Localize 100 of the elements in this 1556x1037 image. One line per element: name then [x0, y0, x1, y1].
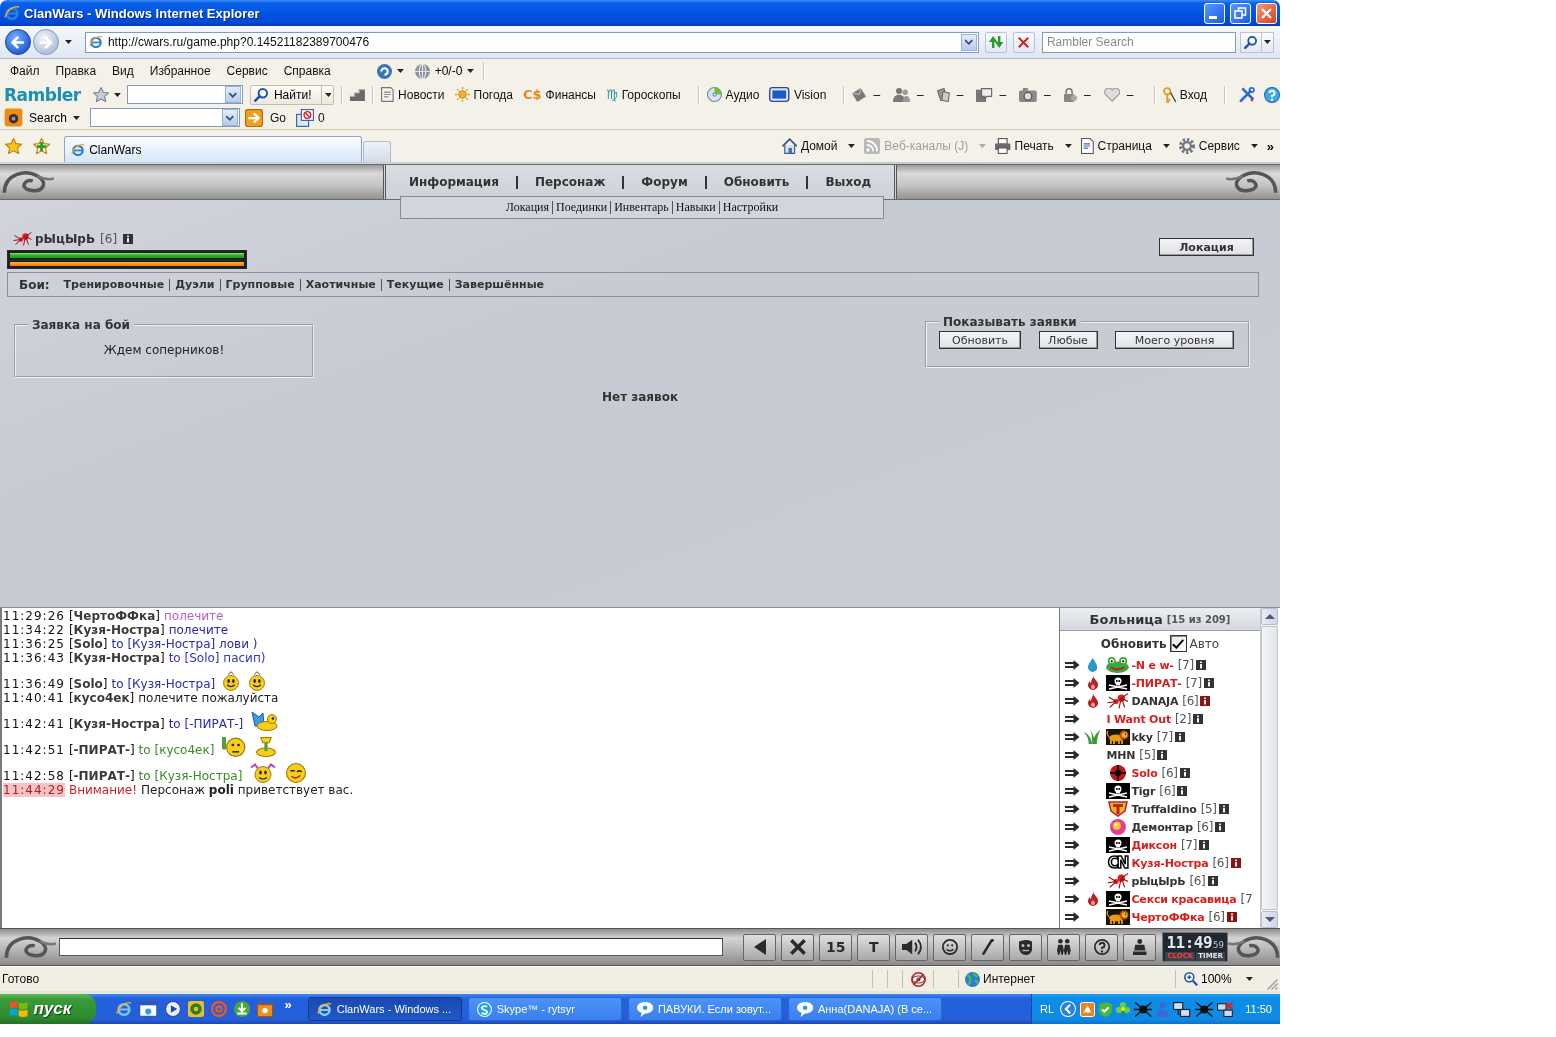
back-button[interactable] [743, 933, 777, 961]
tv-icon[interactable] [256, 1001, 273, 1017]
stop-button[interactable] [1012, 31, 1035, 53]
menu-link[interactable]: Обновить [704, 175, 807, 189]
player-name[interactable]: Демонтар [1131, 820, 1193, 834]
player-name[interactable]: ЧертоФФка [1131, 910, 1205, 924]
arrow-right-icon[interactable] [1065, 822, 1080, 832]
battle-type-link[interactable]: Хаотичные [299, 278, 381, 291]
info-icon[interactable] [1203, 678, 1214, 688]
menu-item[interactable]: Правка [55, 64, 97, 78]
scrollbar[interactable] [1260, 608, 1278, 928]
arrow-right-icon[interactable] [1065, 786, 1080, 796]
toolbar-button[interactable]: 15 [819, 933, 853, 961]
battle-type-link[interactable]: Завершённые [448, 278, 550, 291]
chat-sender[interactable]: [ЧертоФФка] [68, 609, 160, 623]
command-button[interactable]: Домой [781, 138, 856, 154]
info-icon[interactable] [1226, 912, 1237, 922]
location-button[interactable]: Локация [1159, 238, 1254, 256]
arrow-right-icon[interactable] [1065, 714, 1080, 724]
service-button[interactable]: – [852, 87, 881, 102]
player-name[interactable]: DANAJA [1131, 694, 1179, 708]
info-icon[interactable] [1157, 750, 1168, 760]
info-icon[interactable] [1207, 876, 1218, 886]
menu-link[interactable]: Выход [806, 175, 889, 189]
tray-clock[interactable]: 11:50 [1245, 1003, 1272, 1015]
service-button[interactable]: – [893, 87, 924, 102]
tools-icon[interactable] [1239, 86, 1255, 103]
italic-button[interactable] [971, 933, 1005, 961]
language-indicator[interactable]: RL [1039, 1003, 1054, 1015]
arrow-right-icon[interactable] [1065, 768, 1080, 778]
scroll-up-button[interactable] [1261, 608, 1278, 625]
search-button[interactable] [1239, 31, 1262, 53]
player-name[interactable]: рЫцЫрЬ [1131, 874, 1186, 888]
chat-sender[interactable]: [Кузя-Ностра] [68, 623, 165, 637]
player-name[interactable]: kky [1131, 730, 1153, 744]
filter-button[interactable]: Моего уровня [1115, 331, 1234, 349]
player-name[interactable]: Solo [1131, 766, 1158, 780]
more-button[interactable]: » [1266, 139, 1274, 154]
arrow-right-icon[interactable] [1065, 894, 1080, 904]
battle-type-link[interactable]: Тренировочные [58, 278, 170, 291]
star-icon[interactable] [5, 138, 23, 154]
taskbar-button[interactable]: ClanWars - Windows ... [307, 997, 462, 1021]
people-button[interactable] [1047, 933, 1081, 961]
dropdown-button[interactable] [224, 86, 241, 103]
battle-type-link[interactable]: Групповые [219, 278, 300, 291]
minimize-button[interactable] [1204, 2, 1225, 24]
toolbar-link[interactable]: Погода [454, 87, 513, 102]
info-icon[interactable] [1195, 660, 1206, 670]
toolbar-link[interactable]: Аудио [706, 87, 760, 102]
menu-item[interactable]: Сервис [226, 64, 268, 78]
info-icon[interactable] [1230, 858, 1241, 868]
service-button[interactable]: – [1019, 87, 1051, 102]
battle-type-link[interactable]: Текущие [380, 278, 449, 291]
info-icon[interactable] [1218, 804, 1229, 814]
player-name[interactable]: Tigr [1131, 784, 1156, 798]
address-field[interactable]: http://cwars.ru/game.php?0.14521182389700476 [84, 31, 979, 53]
player-name[interactable]: MHN [1106, 748, 1136, 762]
popup-blocker-button[interactable]: 0 [295, 108, 325, 127]
auto-checkbox[interactable] [1169, 635, 1187, 652]
submenu-link[interactable]: Настройки [718, 201, 782, 214]
filter-button[interactable]: Обновить [939, 331, 1021, 349]
info-icon[interactable] [123, 234, 134, 244]
help-icon[interactable] [1264, 86, 1280, 103]
info-icon[interactable] [1177, 786, 1188, 796]
toolbar-link[interactable]: Новости [381, 87, 445, 102]
command-button[interactable]: Сервис [1178, 138, 1258, 154]
service-button[interactable]: – [936, 87, 964, 102]
close-button[interactable] [1256, 2, 1277, 24]
info-icon[interactable] [1200, 696, 1211, 706]
help-button[interactable] [1085, 933, 1119, 961]
player-name[interactable]: -ПИРАТ- [1131, 676, 1182, 690]
smileys-button[interactable] [933, 933, 967, 961]
arrow-right-icon[interactable] [1065, 804, 1080, 814]
app-icon[interactable] [1080, 1001, 1095, 1017]
info-icon[interactable] [1193, 714, 1204, 724]
arrow-right-icon[interactable] [1065, 750, 1080, 760]
info-icon[interactable] [1179, 768, 1190, 778]
info-icon[interactable] [1215, 822, 1226, 832]
menu-item[interactable]: Избранное [149, 64, 211, 78]
chat-sender[interactable]: [-ПИРАТ-] [68, 769, 135, 783]
browser-icon[interactable] [116, 1001, 132, 1017]
menu-link[interactable]: Персонаж [515, 175, 623, 189]
info-icon[interactable] [1199, 840, 1210, 850]
arrow-right-icon[interactable] [1065, 696, 1080, 706]
submenu-link[interactable]: Поединки [552, 201, 611, 214]
player-name[interactable]: Кузя-Ностра [1131, 856, 1209, 870]
chat-sender[interactable]: [-ПИРАТ-] [68, 743, 135, 757]
scroll-down-button[interactable] [1261, 911, 1278, 928]
figure-button[interactable] [1123, 933, 1157, 961]
refresh-button[interactable] [984, 31, 1007, 53]
refresh-link[interactable]: Обновить [1100, 636, 1167, 651]
network-icon[interactable] [1173, 1001, 1191, 1017]
add-favorite-icon[interactable] [33, 138, 51, 154]
network-off-icon[interactable] [1217, 1001, 1234, 1017]
chat-input-field[interactable] [59, 938, 724, 956]
player-name[interactable]: Секси красавица [1131, 892, 1237, 906]
dropdown-button[interactable] [960, 33, 977, 51]
toolbar-link[interactable]: Vision [769, 87, 827, 102]
player-name[interactable]: I Want Out [1106, 712, 1171, 726]
battle-type-link[interactable]: Дуэли [169, 278, 220, 291]
